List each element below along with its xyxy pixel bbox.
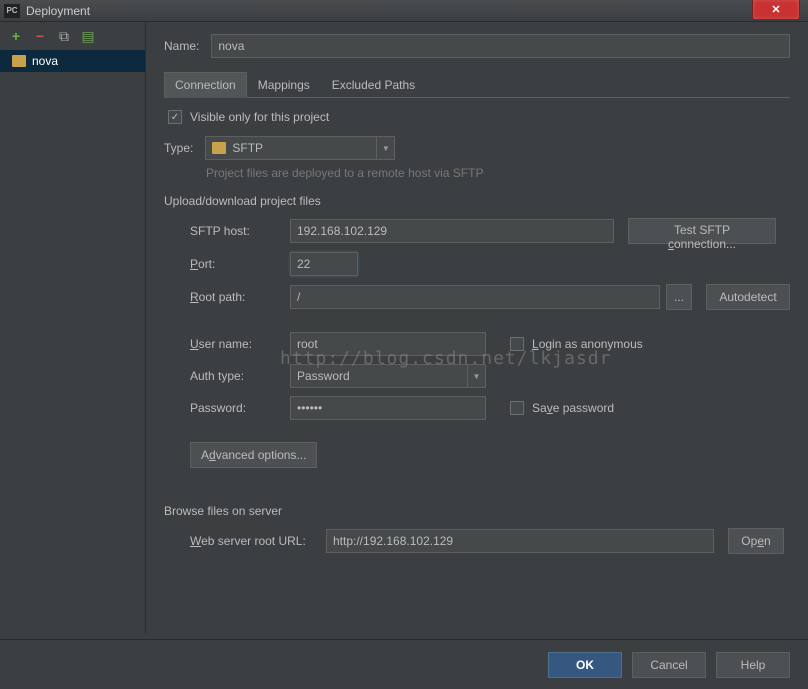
root-path-input[interactable] (290, 285, 660, 309)
window-title: Deployment (26, 4, 90, 18)
window-close-button[interactable]: ✕ (752, 0, 800, 20)
visible-project-checkbox[interactable]: ✓ (168, 110, 182, 124)
type-value: SFTP (232, 141, 263, 155)
chevron-down-icon: ▼ (376, 137, 394, 159)
tab-excluded-paths[interactable]: Excluded Paths (321, 72, 426, 97)
password-label: Password: (190, 401, 290, 415)
name-input[interactable] (211, 34, 790, 58)
test-connection-button[interactable]: Test SFTP connection... (628, 218, 776, 244)
browse-section-title: Browse files on server (164, 504, 790, 518)
dialog-footer: OK Cancel Help (0, 639, 808, 689)
save-password-checkbox[interactable] (510, 401, 524, 415)
auth-type-value: Password (297, 369, 350, 383)
tabs: Connection Mappings Excluded Paths (164, 72, 790, 98)
sftp-host-label: SFTP host: (190, 224, 290, 238)
type-dropdown[interactable]: SFTP ▼ (205, 136, 395, 160)
web-url-label: Web server root URL: (190, 534, 326, 548)
sidebar-toolbar: + − ⧉ ▤ (0, 22, 145, 50)
name-label: Name: (164, 39, 199, 53)
web-url-input[interactable] (326, 529, 714, 553)
port-input[interactable] (290, 252, 358, 276)
remove-icon[interactable]: − (32, 28, 48, 44)
auth-type-label: Auth type: (190, 369, 290, 383)
content-panel: Name: Connection Mappings Excluded Paths… (146, 22, 808, 634)
titlebar: PC Deployment (0, 0, 808, 22)
visible-project-label: Visible only for this project (190, 110, 329, 124)
login-anonymous-checkbox[interactable] (510, 337, 524, 351)
app-icon: PC (4, 4, 20, 18)
copy-icon[interactable]: ⧉ (56, 28, 72, 44)
server-icon (12, 55, 26, 67)
type-label: Type: (164, 141, 193, 155)
sftp-host-input[interactable] (290, 219, 614, 243)
upload-section-title: Upload/download project files (164, 194, 790, 208)
autodetect-button[interactable]: Autodetect (706, 284, 790, 310)
tab-mappings[interactable]: Mappings (247, 72, 321, 97)
root-path-label: Root path: (190, 290, 290, 304)
browse-root-button[interactable]: ... (666, 284, 692, 310)
cancel-button[interactable]: Cancel (632, 652, 706, 678)
type-hint: Project files are deployed to a remote h… (206, 166, 790, 180)
use-icon[interactable]: ▤ (80, 28, 96, 44)
save-password-label: Save password (532, 401, 614, 415)
sidebar: + − ⧉ ▤ nova (0, 22, 146, 634)
port-label: Port: (190, 257, 290, 271)
chevron-down-icon: ▼ (467, 365, 485, 387)
user-name-input[interactable] (290, 332, 486, 356)
user-name-label: User name: (190, 337, 290, 351)
login-anonymous-label: Login as anonymous (532, 337, 643, 351)
auth-type-dropdown[interactable]: Password ▼ (290, 364, 486, 388)
sftp-icon (212, 142, 226, 154)
advanced-options-button[interactable]: Advanced options... (190, 442, 317, 468)
add-icon[interactable]: + (8, 28, 24, 44)
password-input[interactable] (290, 396, 486, 420)
help-button[interactable]: Help (716, 652, 790, 678)
deployment-item-label: nova (32, 54, 58, 68)
tab-connection[interactable]: Connection (164, 72, 247, 98)
deployment-item-nova[interactable]: nova (0, 50, 145, 72)
open-button[interactable]: Open (728, 528, 784, 554)
ok-button[interactable]: OK (548, 652, 622, 678)
